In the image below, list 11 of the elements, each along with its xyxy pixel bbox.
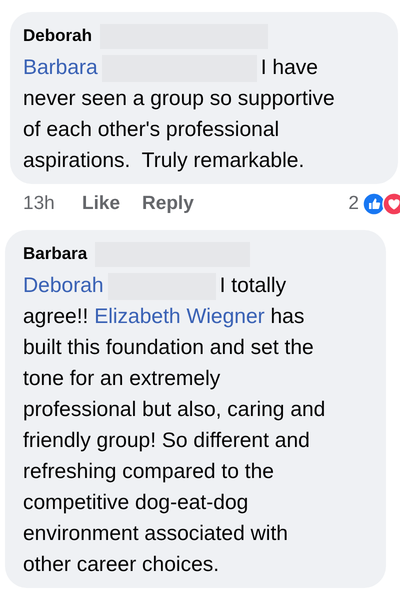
comment-text: Barbara I have never seen a group so supportive of each other's professional aspirations. Truly remarkable.	[23, 54, 336, 174]
comment-author[interactable]: Barbara	[23, 243, 88, 265]
reaction-count: 2	[348, 193, 359, 215]
mention-link[interactable]: Barbara	[23, 56, 98, 79]
comment-time: 13h	[23, 193, 56, 215]
comment-author[interactable]: Deborah	[23, 25, 92, 47]
reply-button[interactable]: Reply	[142, 193, 194, 215]
mention-link[interactable]: Deborah	[23, 274, 104, 297]
mention-link[interactable]: Elizabeth Wiegner	[94, 305, 265, 328]
like-button[interactable]: Like	[82, 193, 120, 215]
comment-text: Deborah I totally agree!! Elizabeth Wiegner has built this foundation and set the tone for an extremely professional but also, caring and friendly group! So different and refreshing compared to the competitive dog-eat-dog environment associated with other career choices.	[23, 272, 326, 578]
